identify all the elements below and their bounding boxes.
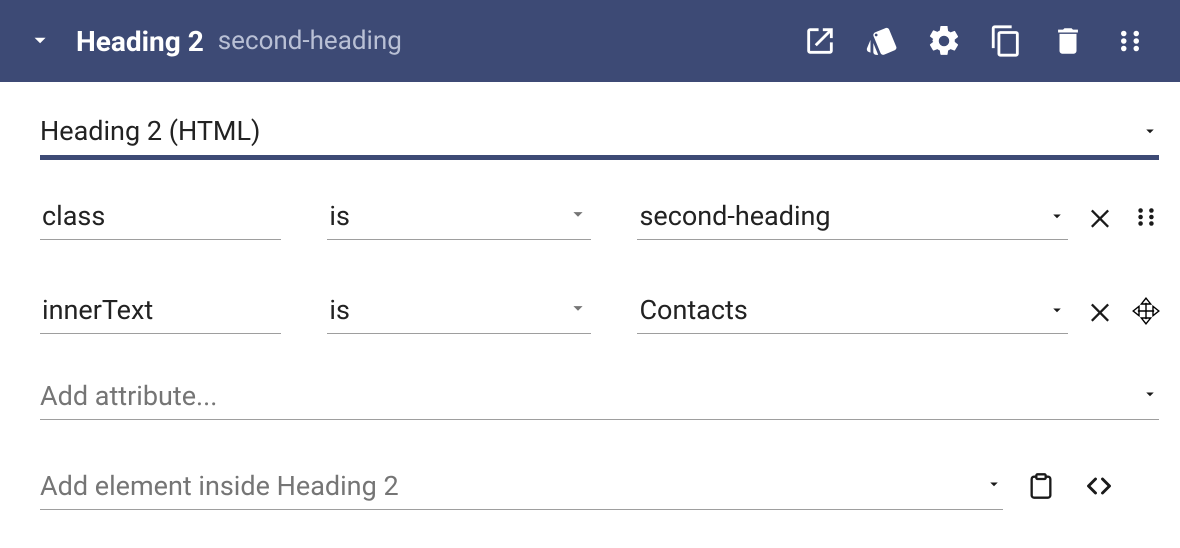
dropdown-caret-icon [985,475,1003,497]
remove-attribute-icon[interactable] [1086,203,1114,231]
dropdown-caret-icon [567,294,589,326]
attribute-operator-value: is [329,200,350,232]
settings-icon[interactable] [914,11,974,71]
dropdown-caret-icon [1141,385,1159,407]
attribute-value-text: Contacts [639,294,747,326]
copy-icon[interactable] [976,11,1036,71]
locator-panel: Heading 2 (HTML) class is second-heading [0,82,1180,510]
attribute-operator-field[interactable]: is [327,288,591,334]
add-inside-actions [1003,472,1113,500]
attribute-operator-field[interactable]: is [327,194,591,240]
attribute-value-field[interactable]: Contacts [637,288,1068,334]
element-type-label: Heading 2 (HTML) [40,115,260,147]
attribute-value-field[interactable]: second-heading [637,194,1068,240]
remove-attribute-icon[interactable] [1086,297,1114,325]
move-cursor-icon[interactable] [1132,297,1160,325]
add-inside-row: Add element inside Heading 2 [40,462,1160,510]
header-subtitle: second-heading [218,26,402,56]
style-icon[interactable] [852,11,912,71]
attribute-row: innerText is Contacts [40,288,1160,334]
add-inside-placeholder: Add element inside Heading 2 [40,470,399,502]
add-inside-field[interactable]: Add element inside Heading 2 [40,462,1003,510]
element-header: Heading 2 second-heading [0,0,1180,82]
attribute-name-value: innerText [42,294,153,326]
element-type-select[interactable]: Heading 2 (HTML) [40,106,1159,160]
dropdown-caret-icon [1048,294,1066,326]
dropdown-caret-icon [1048,200,1066,232]
attribute-name-field[interactable]: class [40,194,281,240]
attribute-row: class is second-heading [40,194,1160,240]
collapse-toggle-icon[interactable] [26,27,54,55]
open-in-new-icon[interactable] [790,11,850,71]
attribute-row-actions [1068,288,1160,334]
attribute-row-actions [1068,194,1160,240]
paste-icon[interactable] [1027,472,1055,500]
dropdown-caret-icon [1141,122,1159,140]
attribute-value-text: second-heading [639,200,830,232]
drag-handle-icon[interactable] [1100,11,1160,71]
dropdown-caret-icon [567,200,589,232]
attribute-name-field[interactable]: innerText [40,288,281,334]
add-attribute-field[interactable]: Add attribute... [40,372,1159,420]
delete-icon[interactable] [1038,11,1098,71]
attribute-name-value: class [42,200,105,232]
drag-handle-icon[interactable] [1132,203,1160,231]
code-icon[interactable] [1085,472,1113,500]
header-title: Heading 2 [76,25,204,58]
add-attribute-placeholder: Add attribute... [40,380,217,412]
attribute-operator-value: is [329,294,350,326]
